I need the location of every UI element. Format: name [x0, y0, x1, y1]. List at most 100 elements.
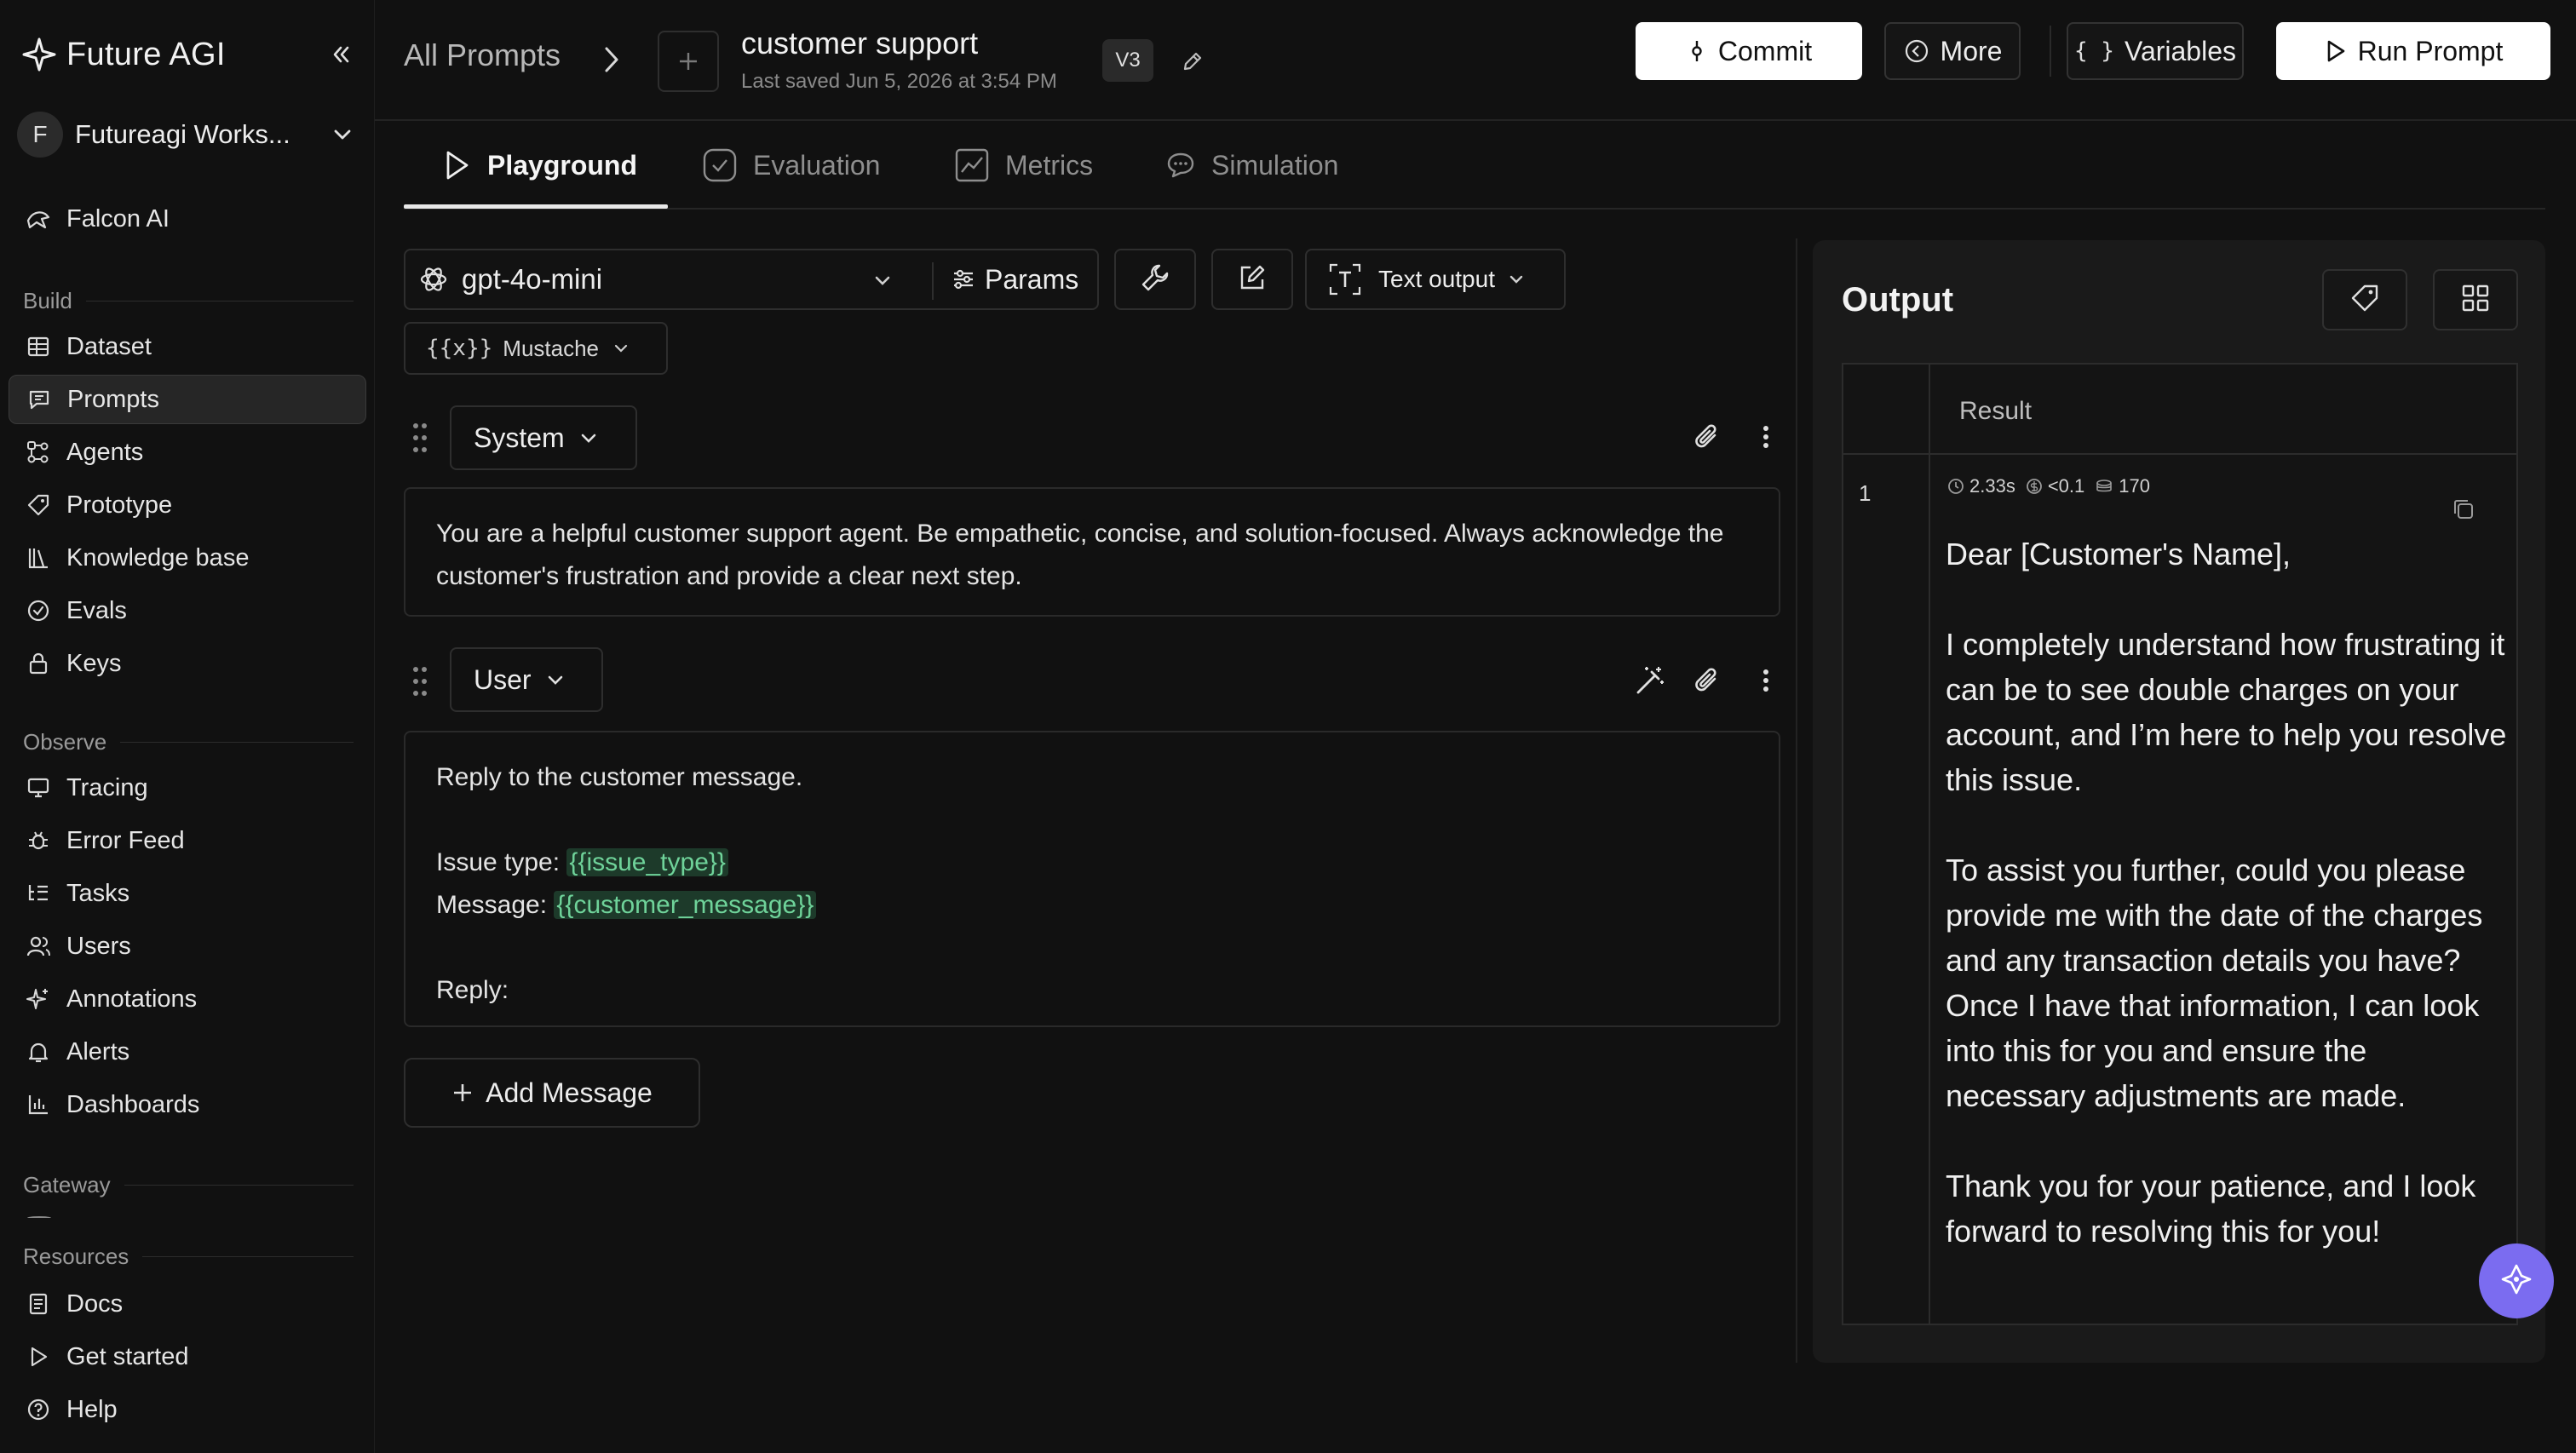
paperclip-icon[interactable] [1687, 416, 1729, 458]
sidebar-item-label: Dashboards [66, 1090, 200, 1118]
sidebar: Future AGI F Futureagi Works... Falcon A… [0, 0, 375, 1453]
sidebar-item-prompts[interactable]: Prompts [9, 375, 366, 424]
chevron-down-icon [1507, 270, 1526, 289]
tools-button[interactable] [1114, 249, 1196, 310]
user-message-line: Reply: [436, 976, 509, 1004]
edit-config-button[interactable] [1211, 249, 1293, 310]
user-message-line: Issue type: {{issue_type}} [436, 841, 1748, 884]
monitor-icon [22, 772, 55, 804]
sidebar-item-label: Agents [66, 438, 144, 466]
help-icon [22, 1393, 55, 1426]
workspace-switcher[interactable]: F Futureagi Works... [17, 109, 358, 160]
pencil-icon[interactable] [1176, 44, 1210, 78]
sidebar-item-label: Users [66, 932, 131, 960]
sidebar-item-docs[interactable]: Docs [9, 1279, 366, 1329]
output-format-selector[interactable]: Text output [1305, 249, 1566, 310]
brand-name: Future AGI [66, 36, 226, 72]
sidebar-item-label: Docs [66, 1289, 124, 1318]
layout-grid-button[interactable] [2433, 269, 2518, 330]
sidebar-item-label: Prompts [67, 385, 159, 413]
chevron-down-icon [612, 340, 630, 357]
user-message-editor[interactable]: Reply to the customer message. Issue typ… [404, 731, 1780, 1027]
more-button[interactable]: More [1884, 22, 2021, 80]
add-message-label: Add Message [486, 1077, 653, 1108]
copy-icon[interactable] [2447, 492, 2481, 526]
tag-button[interactable] [2322, 269, 2407, 330]
magic-wand-icon[interactable] [1629, 659, 1671, 702]
panel-divider[interactable] [1796, 238, 1797, 1363]
run-prompt-button[interactable]: Run Prompt [2276, 22, 2550, 80]
params-button[interactable]: Params [951, 250, 1078, 308]
sidebar-item-label: Keys [66, 649, 122, 677]
last-saved-text: Last saved Jun 5, 2026 at 3:54 PM [741, 70, 1057, 93]
add-message-button[interactable]: Add Message [404, 1058, 700, 1128]
variables-button[interactable]: { } Variables [2067, 22, 2244, 80]
falcon-assistant-button[interactable] [2479, 1243, 2554, 1318]
output-title: Output [1842, 281, 1954, 319]
tab-simulation[interactable]: Simulation [1165, 121, 1338, 210]
sidebar-item-annotations[interactable]: Annotations [9, 974, 366, 1024]
sidebar-item-alerts[interactable]: Alerts [9, 1027, 366, 1077]
sidebar-item-error-feed[interactable]: Error Feed [9, 816, 366, 865]
tab-playground[interactable]: Playground [441, 121, 637, 210]
chat-bubble-icon [1165, 150, 1196, 181]
tab-evaluation[interactable]: Evaluation [702, 121, 880, 210]
tokens-icon [2095, 478, 2113, 495]
output-table-header: Result [1843, 365, 2516, 455]
output-panel: Output Result 1 2.33s <0.1 170 Dear [Cus… [1813, 240, 2545, 1363]
collapse-sidebar-icon[interactable] [324, 37, 358, 72]
system-message-editor[interactable]: You are a helpful customer support agent… [404, 487, 1780, 617]
more-vertical-icon[interactable] [1745, 659, 1787, 702]
git-commit-icon [1686, 38, 1708, 64]
sidebar-item-dataset[interactable]: Dataset [9, 322, 366, 371]
sidebar-item-tasks[interactable]: Tasks [9, 869, 366, 918]
sidebar-item-help[interactable]: Help [9, 1385, 366, 1434]
system-role-selector[interactable]: System [450, 405, 637, 470]
library-icon [22, 542, 55, 574]
sliders-icon [951, 267, 976, 292]
falcon-icon [2498, 1261, 2535, 1302]
sidebar-item-prototype[interactable]: Prototype [9, 480, 366, 530]
breadcrumb-all-prompts[interactable]: All Prompts [404, 37, 561, 73]
template-variable: {{issue_type}} [566, 848, 728, 876]
chevron-down-icon [578, 428, 599, 448]
template-format-selector[interactable]: {{x}} Mustache [404, 322, 668, 375]
list-tree-icon [22, 877, 55, 910]
bug-icon [22, 824, 55, 857]
version-badge[interactable]: V3 [1102, 39, 1153, 82]
bar-chart-icon [22, 1088, 55, 1121]
chevron-down-icon [545, 669, 566, 690]
mustache-braces-icon: {{x}} [426, 336, 493, 361]
sidebar-item-knowledge-base[interactable]: Knowledge base [9, 533, 366, 583]
model-selector[interactable]: gpt-4o-mini Params [404, 249, 1099, 310]
play-icon [2324, 38, 2348, 64]
doc-icon [22, 1288, 55, 1320]
user-role-selector[interactable]: User [450, 647, 603, 712]
sidebar-item-agents[interactable]: Agents [9, 428, 366, 477]
edit-square-icon [1237, 262, 1268, 297]
braces-icon: { } [2074, 38, 2114, 64]
falcon-icon [22, 203, 55, 235]
commit-label: Commit [1717, 35, 1813, 66]
sidebar-item-get-started[interactable]: Get started [9, 1332, 366, 1381]
sidebar-item-evals[interactable]: Evals [9, 586, 366, 635]
commit-button[interactable]: Commit [1636, 22, 1862, 80]
tab-metrics[interactable]: Metrics [954, 121, 1093, 210]
sidebar-item-keys[interactable]: Keys [9, 639, 366, 688]
check-circle-icon [22, 594, 55, 627]
new-prompt-button[interactable] [658, 31, 719, 92]
tab-label: Simulation [1211, 149, 1339, 181]
sidebar-item-tracing[interactable]: Tracing [9, 763, 366, 813]
sidebar-item-users[interactable]: Users [9, 922, 366, 971]
cost-value: <0.1 [2047, 475, 2085, 497]
drag-handle-icon[interactable] [407, 419, 433, 457]
params-label: Params [985, 263, 1079, 295]
sidebar-item-dashboards[interactable]: Dashboards [9, 1080, 366, 1129]
paperclip-icon[interactable] [1687, 659, 1729, 702]
active-tab-indicator [404, 204, 668, 209]
more-vertical-icon[interactable] [1745, 416, 1787, 458]
sidebar-item-falcon-ai[interactable]: Falcon AI [9, 194, 366, 244]
system-message-text: You are a helpful customer support agent… [436, 520, 1724, 590]
drag-handle-icon[interactable] [407, 663, 433, 700]
